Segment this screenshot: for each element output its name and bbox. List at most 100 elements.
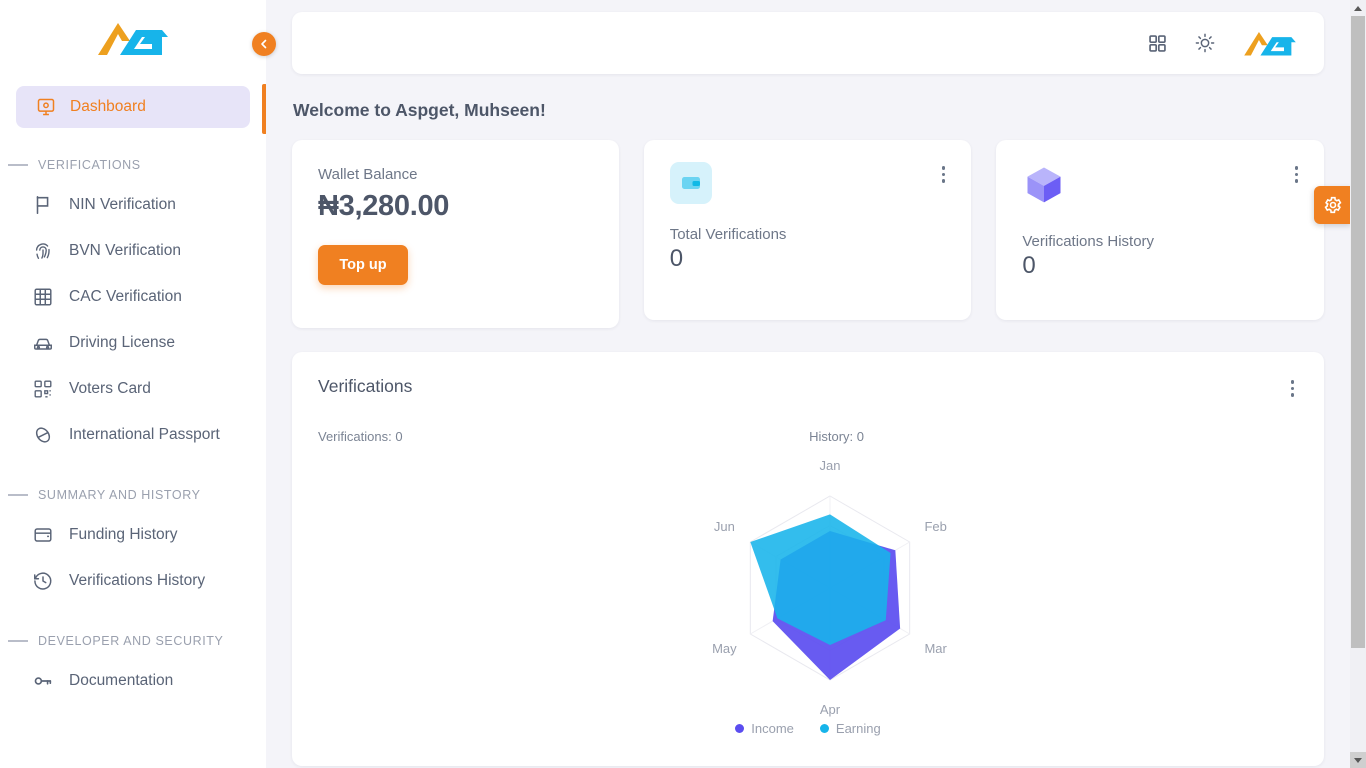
legend-item-income[interactable]: Income [735, 721, 794, 736]
sidebar-item-dashboard[interactable]: Dashboard [16, 86, 250, 128]
sidebar-item-label: NIN Verification [69, 196, 176, 214]
sidebar-item-verifications-history[interactable]: Verifications History [0, 558, 266, 604]
sidebar-item-voters-card[interactable]: Voters Card [0, 366, 266, 412]
scrollbar-thumb[interactable] [1351, 16, 1365, 648]
stat-value: 0 [1022, 252, 1302, 280]
card-header [670, 162, 950, 204]
grid-table-icon [32, 286, 54, 308]
wallet-icon [32, 524, 54, 546]
verifications-panel: Verifications Verifications: 0 History: … [292, 352, 1324, 766]
legend-item-earning[interactable]: Earning [820, 721, 881, 736]
cube-glyph-icon [1022, 162, 1066, 206]
chevron-left-icon [258, 38, 270, 50]
card-more-options-button[interactable] [1291, 162, 1303, 187]
active-accent-bar [262, 84, 266, 134]
scrollbar-corner [1350, 752, 1366, 768]
cube-purple-icon [1022, 162, 1066, 211]
radar-axis-label: Feb [924, 519, 946, 534]
card-more-options-button[interactable] [938, 162, 950, 187]
sidebar-item-label: Funding History [69, 526, 178, 544]
settings-tab-button[interactable] [1314, 186, 1352, 224]
sidebar-item-driving-license[interactable]: Driving License [0, 320, 266, 366]
ag-logo-icon [96, 19, 170, 57]
more-options-icon [1291, 380, 1295, 384]
stat-label: Verifications History [1022, 233, 1302, 250]
sidebar-item-label: International Passport [69, 426, 220, 444]
sidebar-section-verifications: VERIFICATIONS [0, 158, 266, 172]
section-title: SUMMARY AND HISTORY [38, 488, 201, 502]
ag-logo-icon [1242, 29, 1298, 57]
stat-value: 0 [670, 245, 950, 273]
sidebar-item-label: Documentation [69, 672, 173, 690]
app-root: Dashboard VERIFICATIONS NIN Verification… [0, 0, 1366, 768]
more-options-icon [1295, 166, 1299, 170]
sidebar-logo[interactable] [0, 0, 266, 76]
qr-code-icon [32, 378, 54, 400]
legend-swatch [735, 724, 744, 733]
panel-more-options-button[interactable] [1287, 376, 1299, 401]
key-icon [32, 670, 54, 692]
wallet-balance-amount: ₦3,280.00 [318, 190, 593, 223]
passport-globe-icon [32, 424, 54, 446]
total-verifications-card: Total Verifications 0 [644, 140, 972, 320]
sidebar-item-nin-verification[interactable]: NIN Verification [0, 182, 266, 228]
grid-apps-button[interactable] [1147, 33, 1168, 54]
sidebar-item-documentation[interactable]: Documentation [0, 658, 266, 704]
legend-label: Income [751, 721, 794, 736]
radar-axis-label: Jun [714, 519, 735, 534]
page-title: Welcome to Aspget, Muhseen! [293, 100, 1324, 121]
fingerprint-icon [32, 240, 54, 262]
section-divider [8, 640, 28, 642]
sidebar-section-developer: DEVELOPER AND SECURITY [0, 634, 266, 648]
wallet-cyan-icon [670, 162, 712, 204]
radar-axis-label: Jan [820, 458, 841, 473]
section-title: VERIFICATIONS [38, 158, 141, 172]
wallet-balance-card: Wallet Balance ₦3,280.00 Top up [292, 140, 619, 328]
theme-toggle-button[interactable] [1194, 32, 1216, 54]
sun-brightness-icon [1194, 32, 1216, 54]
sidebar-item-label: Verifications History [69, 572, 205, 590]
stats-cards-row: Wallet Balance ₦3,280.00 Top up [292, 140, 1324, 328]
chart-legend: Income Earning [318, 721, 1298, 736]
legend-swatch [820, 724, 829, 733]
main-content: Welcome to Aspget, Muhseen! Wallet Balan… [266, 0, 1366, 768]
wallet-balance-label: Wallet Balance [318, 166, 593, 183]
verifications-history-card: Verifications History 0 [996, 140, 1324, 320]
triangle-up-icon [1354, 6, 1362, 11]
sidebar-item-cac-verification[interactable]: CAC Verification [0, 274, 266, 320]
wallet-glyph-icon [679, 171, 703, 195]
vertical-scrollbar[interactable] [1350, 0, 1366, 768]
flag-icon [32, 194, 54, 216]
panel-header: Verifications [318, 376, 1298, 401]
section-divider [8, 164, 28, 166]
sidebar-collapse-button[interactable] [252, 32, 276, 56]
sidebar-section-summary: SUMMARY AND HISTORY [0, 488, 266, 502]
sidebar-item-label: BVN Verification [69, 242, 181, 260]
top-up-button[interactable]: Top up [318, 245, 408, 285]
panel-summary-row: Verifications: 0 History: 0 [318, 429, 1298, 444]
sidebar-item-funding-history[interactable]: Funding History [0, 512, 266, 558]
dashboard-icon [36, 97, 56, 117]
section-title: DEVELOPER AND SECURITY [38, 634, 223, 648]
clock-history-icon [32, 570, 54, 592]
sidebar-item-label: CAC Verification [69, 288, 182, 306]
radar-axis-label: May [712, 641, 737, 656]
sidebar-item-bvn-verification[interactable]: BVN Verification [0, 228, 266, 274]
sidebar-item-label: Dashboard [70, 98, 146, 116]
topbar-logo-button[interactable] [1242, 29, 1298, 57]
stat-label: Total Verifications [670, 226, 950, 243]
sidebar: Dashboard VERIFICATIONS NIN Verification… [0, 0, 266, 768]
more-options-icon [942, 166, 946, 170]
radar-axis-label: Apr [820, 702, 841, 717]
sidebar-item-label: Voters Card [69, 380, 151, 398]
sidebar-item-international-passport[interactable]: International Passport [0, 412, 266, 458]
sidebar-item-label: Driving License [69, 334, 175, 352]
legend-label: Earning [836, 721, 881, 736]
verifications-count-label: Verifications: 0 [318, 429, 403, 444]
gear-icon [1323, 195, 1343, 215]
section-divider [8, 494, 28, 496]
scroll-up-button[interactable] [1350, 0, 1366, 16]
radar-chart: JanFebMarAprMayJun Income Earning [318, 448, 1298, 748]
radar-chart-svg: JanFebMarAprMayJun [318, 448, 1324, 734]
panel-title: Verifications [318, 376, 412, 397]
